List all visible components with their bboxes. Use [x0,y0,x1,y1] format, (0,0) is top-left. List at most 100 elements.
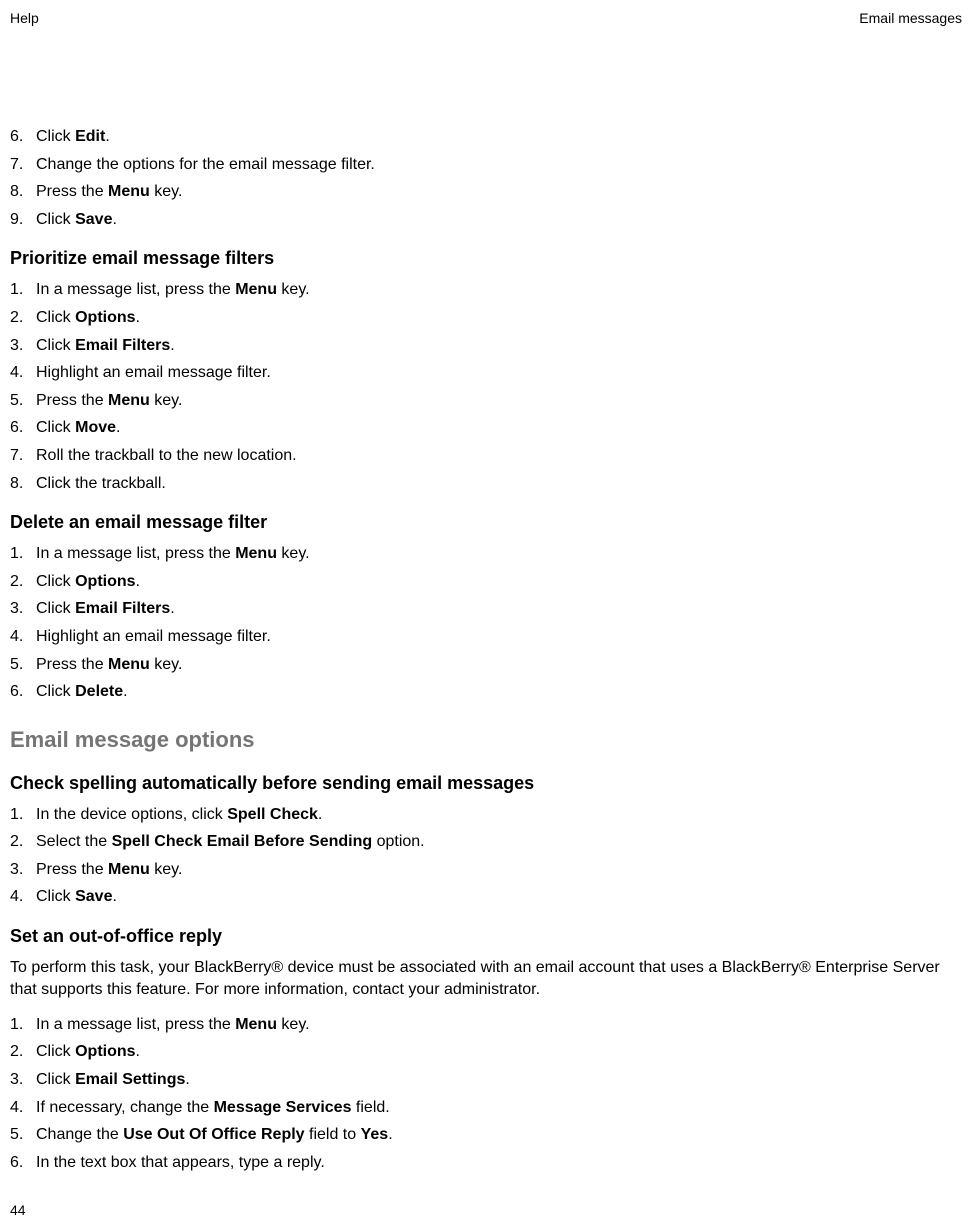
step-number: 6. [10,1152,34,1174]
step-number: 5. [10,654,34,676]
step-text: Highlight an email message filter. [36,628,271,645]
list-item: 2.Click Options. [36,1041,962,1063]
step-text: Roll the trackball to the new location. [36,447,297,464]
list-item: 6.Click Move. [36,417,962,439]
page-number: 44 [10,1202,26,1218]
step-bold: Message Services [214,1099,352,1116]
list-item: 1.In a message list, press the Menu key. [36,1014,962,1036]
step-text: Click Email Settings. [36,1071,190,1088]
step-bold: Move [75,419,116,436]
step-text: In a message list, press the Menu key. [36,1016,310,1033]
step-bold: Menu [108,183,150,200]
step-number: 6. [10,126,34,148]
step-bold: Menu [235,545,277,562]
step-number: 7. [10,154,34,176]
step-number: 3. [10,335,34,357]
list-item: 5.Change the Use Out Of Office Reply fie… [36,1124,962,1146]
list-item: 4.Highlight an email message filter. [36,626,962,648]
step-number: 3. [10,859,34,881]
main-content: 6.Click Edit.7.Change the options for th… [10,126,962,1173]
step-text: Press the Menu key. [36,861,182,878]
heading-delete-filter: Delete an email message filter [10,512,962,533]
page-header: Help Email messages [10,10,962,26]
list-item: 6.Click Edit. [36,126,962,148]
step-number: 6. [10,681,34,703]
heading-email-options: Email message options [10,727,962,753]
step-bold: Edit [75,128,105,145]
step-bold: Save [75,211,112,228]
step-bold: Email Settings [75,1071,185,1088]
header-right: Email messages [859,10,962,26]
step-number: 2. [10,831,34,853]
step-bold: Menu [235,281,277,298]
list-item: 2.Click Options. [36,571,962,593]
step-text: Press the Menu key. [36,656,182,673]
step-text: Click Email Filters. [36,337,175,354]
list-item: 7.Change the options for the email messa… [36,154,962,176]
step-number: 8. [10,181,34,203]
step-bold: Menu [108,861,150,878]
list-item: 7.Roll the trackball to the new location… [36,445,962,467]
step-number: 1. [10,1014,34,1036]
list-item: 5.Press the Menu key. [36,390,962,412]
step-text: In the device options, click Spell Check… [36,806,322,823]
step-text: Click Options. [36,1043,140,1060]
step-text: In a message list, press the Menu key. [36,281,310,298]
step-number: 4. [10,362,34,384]
step-bold: Yes [361,1126,389,1143]
step-bold: Spell Check [227,806,318,823]
steps-list-ooo: 1.In a message list, press the Menu key.… [10,1014,962,1174]
step-number: 7. [10,445,34,467]
out-of-office-paragraph: To perform this task, your BlackBerry® d… [10,957,962,1002]
step-bold: Options [75,309,135,326]
list-item: 8.Click the trackball. [36,473,962,495]
step-number: 1. [10,804,34,826]
list-item: 3.Click Email Settings. [36,1069,962,1091]
step-bold: Options [75,573,135,590]
list-item: 2.Select the Spell Check Email Before Se… [36,831,962,853]
list-item: 4.Highlight an email message filter. [36,362,962,384]
steps-list-delete: 1.In a message list, press the Menu key.… [10,543,962,703]
step-number: 4. [10,626,34,648]
step-text: Press the Menu key. [36,183,182,200]
list-item: 3.Click Email Filters. [36,335,962,357]
step-text: Change the Use Out Of Office Reply field… [36,1126,393,1143]
heading-prioritize-filters: Prioritize email message filters [10,248,962,269]
step-bold: Use Out Of Office Reply [123,1126,304,1143]
step-number: 5. [10,390,34,412]
step-text: If necessary, change the Message Service… [36,1099,390,1116]
list-item: 4.If necessary, change the Message Servi… [36,1097,962,1119]
step-text: Press the Menu key. [36,392,182,409]
step-number: 5. [10,1124,34,1146]
heading-spell-check: Check spelling automatically before send… [10,773,962,794]
step-bold: Menu [235,1016,277,1033]
list-item: 3.Click Email Filters. [36,598,962,620]
step-number: 1. [10,279,34,301]
step-text: Click Save. [36,211,117,228]
step-bold: Menu [108,656,150,673]
step-text: Click Email Filters. [36,600,175,617]
steps-list-continued: 6.Click Edit.7.Change the options for th… [10,126,962,230]
list-item: 1.In the device options, click Spell Che… [36,804,962,826]
list-item: 4.Click Save. [36,886,962,908]
step-bold: Options [75,1043,135,1060]
step-number: 2. [10,1041,34,1063]
step-number: 4. [10,1097,34,1119]
step-number: 3. [10,1069,34,1091]
step-text: In the text box that appears, type a rep… [36,1154,325,1171]
list-item: 6.Click Delete. [36,681,962,703]
step-number: 6. [10,417,34,439]
step-text: Click Options. [36,573,140,590]
list-item: 3.Press the Menu key. [36,859,962,881]
steps-list-prioritize: 1.In a message list, press the Menu key.… [10,279,962,494]
list-item: 9.Click Save. [36,209,962,231]
step-number: 2. [10,307,34,329]
step-number: 2. [10,571,34,593]
step-text: Change the options for the email message… [36,156,375,173]
step-text: In a message list, press the Menu key. [36,545,310,562]
step-bold: Save [75,888,112,905]
list-item: 2.Click Options. [36,307,962,329]
step-text: Click the trackball. [36,475,166,492]
steps-list-spellcheck: 1.In the device options, click Spell Che… [10,804,962,908]
step-bold: Menu [108,392,150,409]
